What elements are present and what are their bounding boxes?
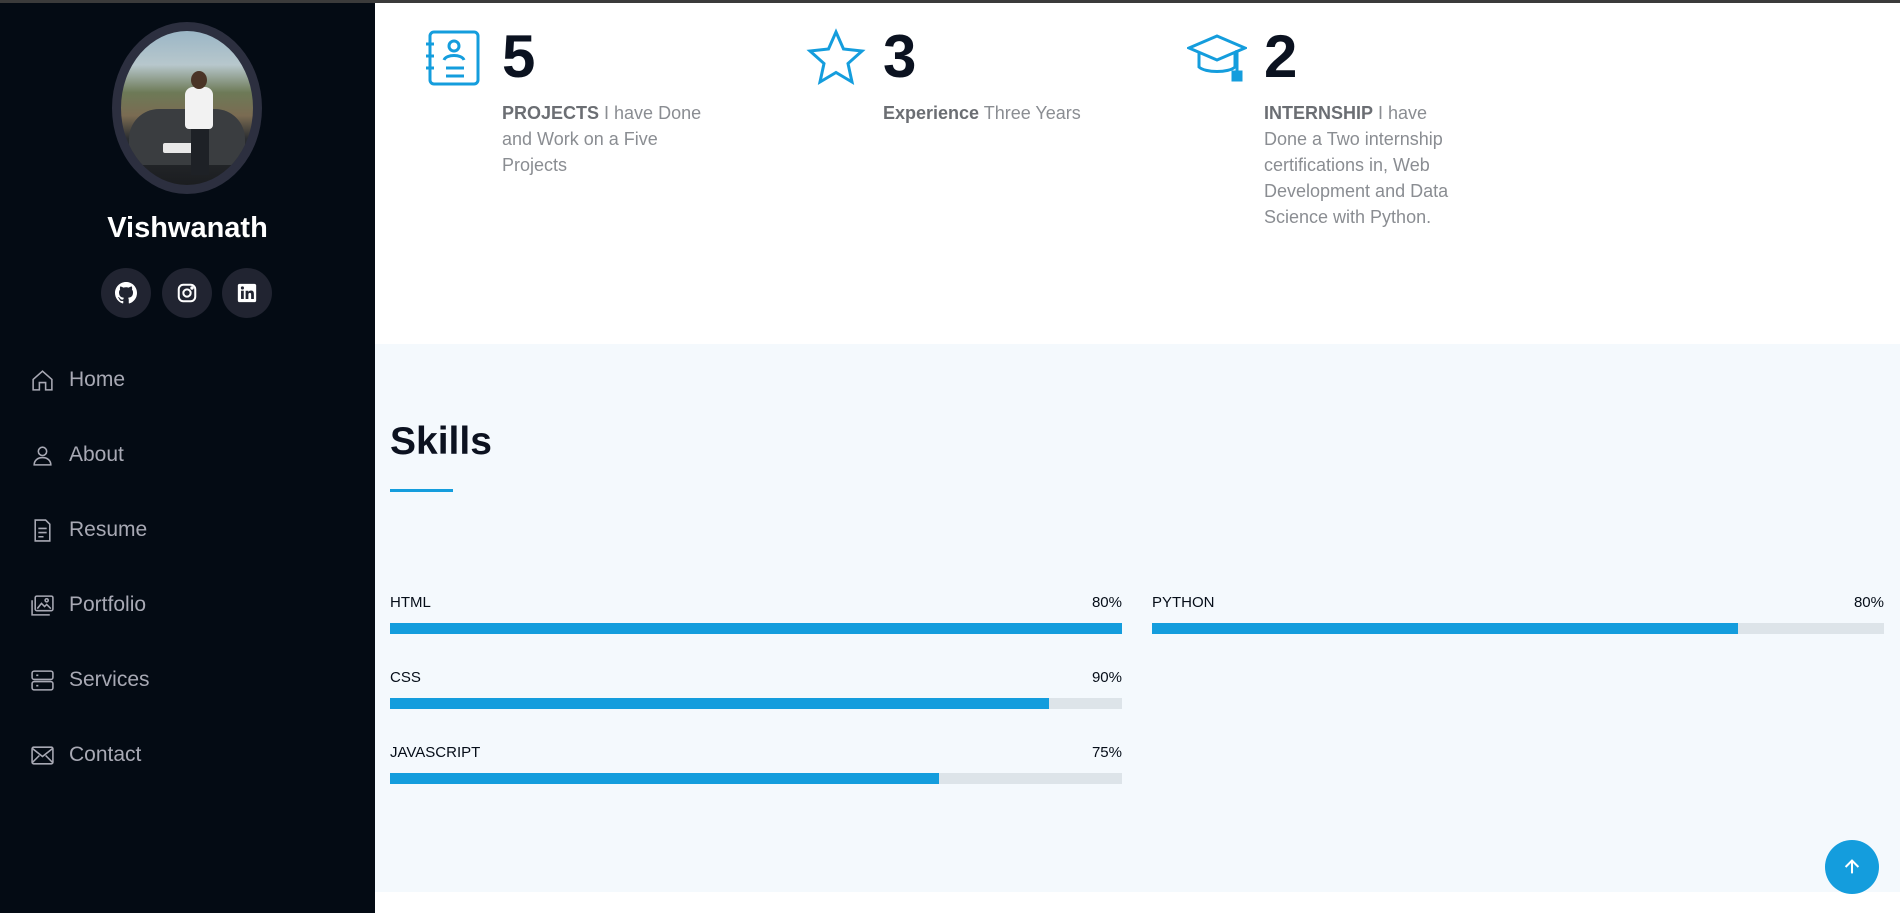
home-icon	[32, 369, 53, 391]
back-to-top-button[interactable]	[1825, 840, 1879, 894]
internship-text: INTERNSHIP I have Done a Two internship …	[1264, 103, 1449, 227]
profile-name: Vishwanath	[107, 212, 268, 244]
nav-resume-label: Resume	[69, 518, 148, 541]
projects-count: 5	[502, 23, 536, 90]
skills-title-underline	[390, 489, 453, 492]
nav-contact[interactable]: Contact	[30, 735, 350, 775]
skill-percent: 75%	[1091, 744, 1122, 761]
skill-name: JAVASCRIPT	[390, 744, 481, 761]
instagram-icon	[177, 283, 197, 303]
skill-name: HTML	[390, 594, 431, 611]
projects-text: PROJECTS I have Done and Work on a Five …	[502, 103, 702, 175]
nav-contact-label: Contact	[69, 743, 142, 766]
linkedin-icon	[237, 283, 257, 303]
nav-services[interactable]: Services	[30, 660, 350, 700]
star-icon	[806, 28, 866, 88]
skill-progress-track	[390, 773, 1122, 784]
server-icon	[31, 669, 54, 691]
sidebar: Vishwanath Home About Resume Portfolio S…	[0, 0, 375, 913]
github-link[interactable]	[101, 268, 151, 318]
nav-about[interactable]: About	[30, 435, 350, 475]
skills-title: Skills	[390, 420, 492, 463]
github-icon	[115, 282, 137, 304]
nav-about-label: About	[69, 443, 124, 466]
profile-avatar	[112, 22, 262, 194]
skill-progress-fill	[1152, 623, 1738, 634]
nav-portfolio[interactable]: Portfolio	[30, 585, 350, 625]
skill-progress-fill	[390, 623, 1122, 634]
experience-text: Experience Three Years	[883, 103, 1081, 123]
images-icon	[31, 594, 54, 616]
linkedin-link[interactable]	[222, 268, 272, 318]
skills-section	[375, 344, 1900, 892]
internship-count: 2	[1264, 23, 1298, 90]
skill-name: CSS	[390, 669, 421, 686]
graduation-cap-icon	[1185, 28, 1249, 88]
window-top-border	[0, 0, 1900, 3]
instagram-link[interactable]	[162, 268, 212, 318]
nav-services-label: Services	[69, 668, 150, 691]
skill-progress-fill	[390, 698, 1049, 709]
nav-home-label: Home	[69, 368, 126, 391]
nav-resume[interactable]: Resume	[30, 510, 350, 550]
nav-portfolio-label: Portfolio	[69, 593, 147, 616]
envelope-icon	[31, 745, 54, 765]
journal-icon	[424, 28, 484, 88]
skill-percent: 90%	[1091, 669, 1122, 686]
skill-name: PYTHON	[1152, 594, 1215, 611]
arrow-up-icon	[1844, 859, 1860, 874]
skill-progress-fill	[390, 773, 939, 784]
skill-percent: 80%	[1853, 594, 1884, 611]
nav-home[interactable]: Home	[30, 360, 350, 400]
experience-count: 3	[883, 23, 917, 90]
skill-percent: 80%	[1091, 594, 1122, 611]
skill-progress-track	[390, 623, 1122, 634]
skill-progress-track	[390, 698, 1122, 709]
skill-progress-track	[1152, 623, 1884, 634]
file-text-icon	[34, 518, 51, 542]
person-icon	[33, 445, 52, 466]
profile-photo	[121, 31, 253, 185]
